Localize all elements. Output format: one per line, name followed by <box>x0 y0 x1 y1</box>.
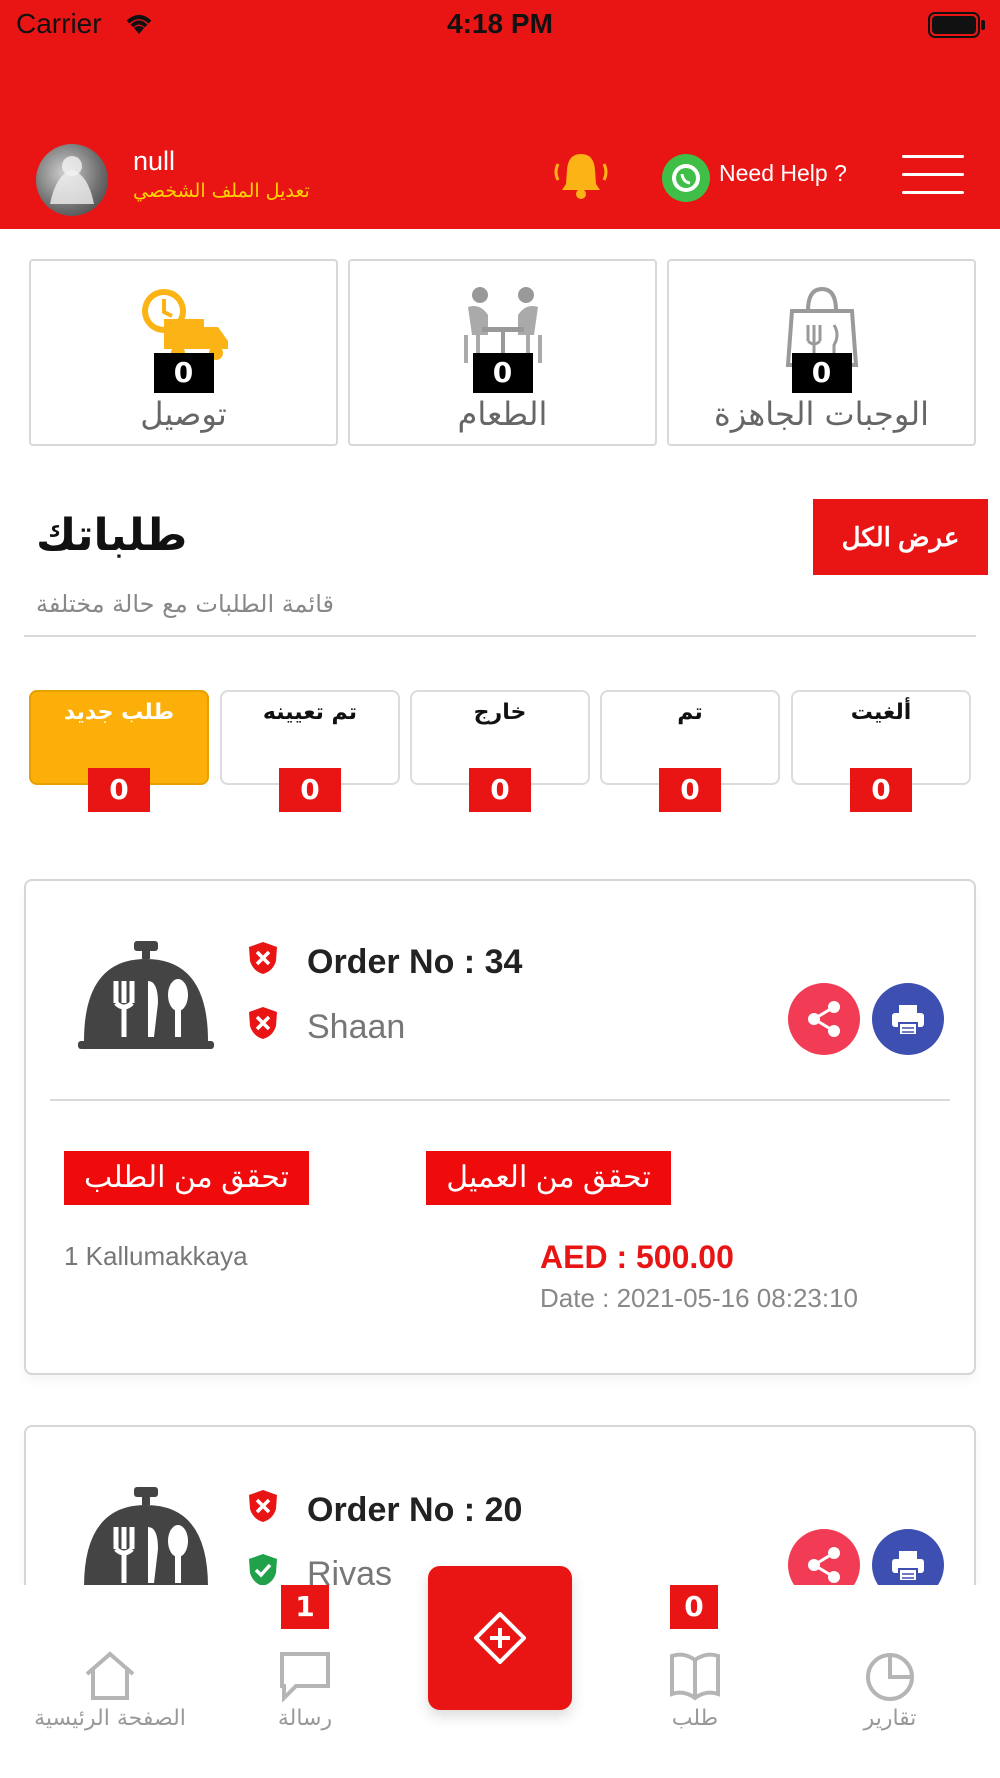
avatar[interactable] <box>36 144 108 216</box>
whatsapp-icon[interactable] <box>660 152 712 208</box>
stat-takeaway[interactable]: 0 الوجبات الجاهزة <box>667 259 976 446</box>
check-order-button[interactable]: تحقق من الطلب <box>64 1151 309 1205</box>
stat-count: 0 <box>153 353 214 393</box>
check-customer-button[interactable]: تحقق من العميل <box>426 1151 671 1205</box>
tab-label: خارج <box>473 700 527 725</box>
diamond-plus-icon <box>474 1612 526 1664</box>
order-items: 1 Kallumakkaya <box>64 1241 248 1271</box>
tab-label: تم تعيينه <box>262 700 358 725</box>
pie-chart-icon <box>866 1653 914 1701</box>
center-action-button[interactable] <box>428 1566 572 1710</box>
tab-label: ألغيت <box>850 700 912 725</box>
nav-messages[interactable]: رسالة <box>205 1650 405 1731</box>
nav-orders[interactable]: طلب <box>595 1650 795 1731</box>
unverified-shield-icon <box>248 941 278 979</box>
printer-icon <box>892 1551 924 1582</box>
share-icon <box>808 1001 840 1037</box>
message-icon <box>280 1652 330 1702</box>
section-divider <box>24 635 976 637</box>
tab-label: تم <box>677 700 703 725</box>
app-header: Carrier 4:18 PM null تعديل الملف الشخصي … <box>0 0 1000 229</box>
section-title: طلباتك <box>36 510 188 561</box>
messages-badge: 1 <box>281 1585 329 1629</box>
tab-out[interactable]: خارج 0 <box>410 690 590 812</box>
unverified-shield-icon <box>248 1489 278 1527</box>
unverified-shield-icon <box>248 1006 278 1044</box>
stat-label: توصيل <box>140 395 227 433</box>
card-divider <box>50 1099 950 1101</box>
nav-home[interactable]: الصفحة الرئيسية <box>10 1650 210 1731</box>
nav-reports[interactable]: تقارير <box>790 1650 990 1731</box>
nav-label: طلب <box>671 1706 719 1731</box>
tab-count: 0 <box>469 768 531 812</box>
status-time: 4:18 PM <box>447 8 553 39</box>
nav-label: الصفحة الرئيسية <box>34 1706 186 1731</box>
menu-icon[interactable] <box>902 155 964 195</box>
tab-count: 0 <box>659 768 721 812</box>
stat-delivery[interactable]: 0 توصيل <box>29 259 338 446</box>
stat-label: الطعام <box>457 395 548 433</box>
orders-badge: 0 <box>670 1585 718 1629</box>
battery-icon <box>928 12 986 42</box>
order-number: Order No : 34 <box>307 943 523 981</box>
home-icon <box>85 1651 135 1700</box>
tab-done[interactable]: تم 0 <box>600 690 780 812</box>
nav-label: تقارير <box>863 1706 917 1731</box>
print-button[interactable] <box>872 983 944 1055</box>
stat-count: 0 <box>791 353 852 393</box>
order-card[interactable]: Order No : 34 Shaan تحقق من الطلب تحقق م… <box>24 879 976 1375</box>
profile-name: null <box>133 146 176 176</box>
tab-count: 0 <box>279 768 341 812</box>
customer-name: Shaan <box>307 1008 406 1046</box>
order-number: Order No : 20 <box>307 1491 523 1529</box>
tab-new-order[interactable]: طلب جديد 0 <box>29 690 209 812</box>
tab-count: 0 <box>850 768 912 812</box>
bell-icon[interactable] <box>552 150 610 204</box>
printer-icon <box>892 1005 924 1036</box>
help-link[interactable]: Need Help ? <box>719 160 847 187</box>
share-icon <box>808 1547 840 1583</box>
share-button[interactable] <box>788 983 860 1055</box>
stat-label: الوجبات الجاهزة <box>714 395 929 433</box>
edit-profile-link[interactable]: تعديل الملف الشخصي <box>133 180 310 202</box>
tab-label: طلب جديد <box>63 700 175 725</box>
stat-count: 0 <box>472 353 533 393</box>
tab-count: 0 <box>88 768 150 812</box>
section-subtitle: قائمة الطلبات مع حالة مختلفة <box>36 590 334 618</box>
tab-cancelled[interactable]: ألغيت 0 <box>791 690 971 812</box>
book-icon <box>670 1652 720 1701</box>
tab-assigned[interactable]: تم تعيينه 0 <box>220 690 400 812</box>
order-amount: AED : 500.00 <box>540 1239 734 1275</box>
stat-dine-in[interactable]: 0 الطعام <box>348 259 657 446</box>
view-all-button[interactable]: عرض الكل <box>813 499 988 575</box>
order-date: Date : 2021-05-16 08:23:10 <box>540 1283 859 1313</box>
cloche-icon <box>78 941 214 1065</box>
nav-label: رسالة <box>277 1706 333 1731</box>
